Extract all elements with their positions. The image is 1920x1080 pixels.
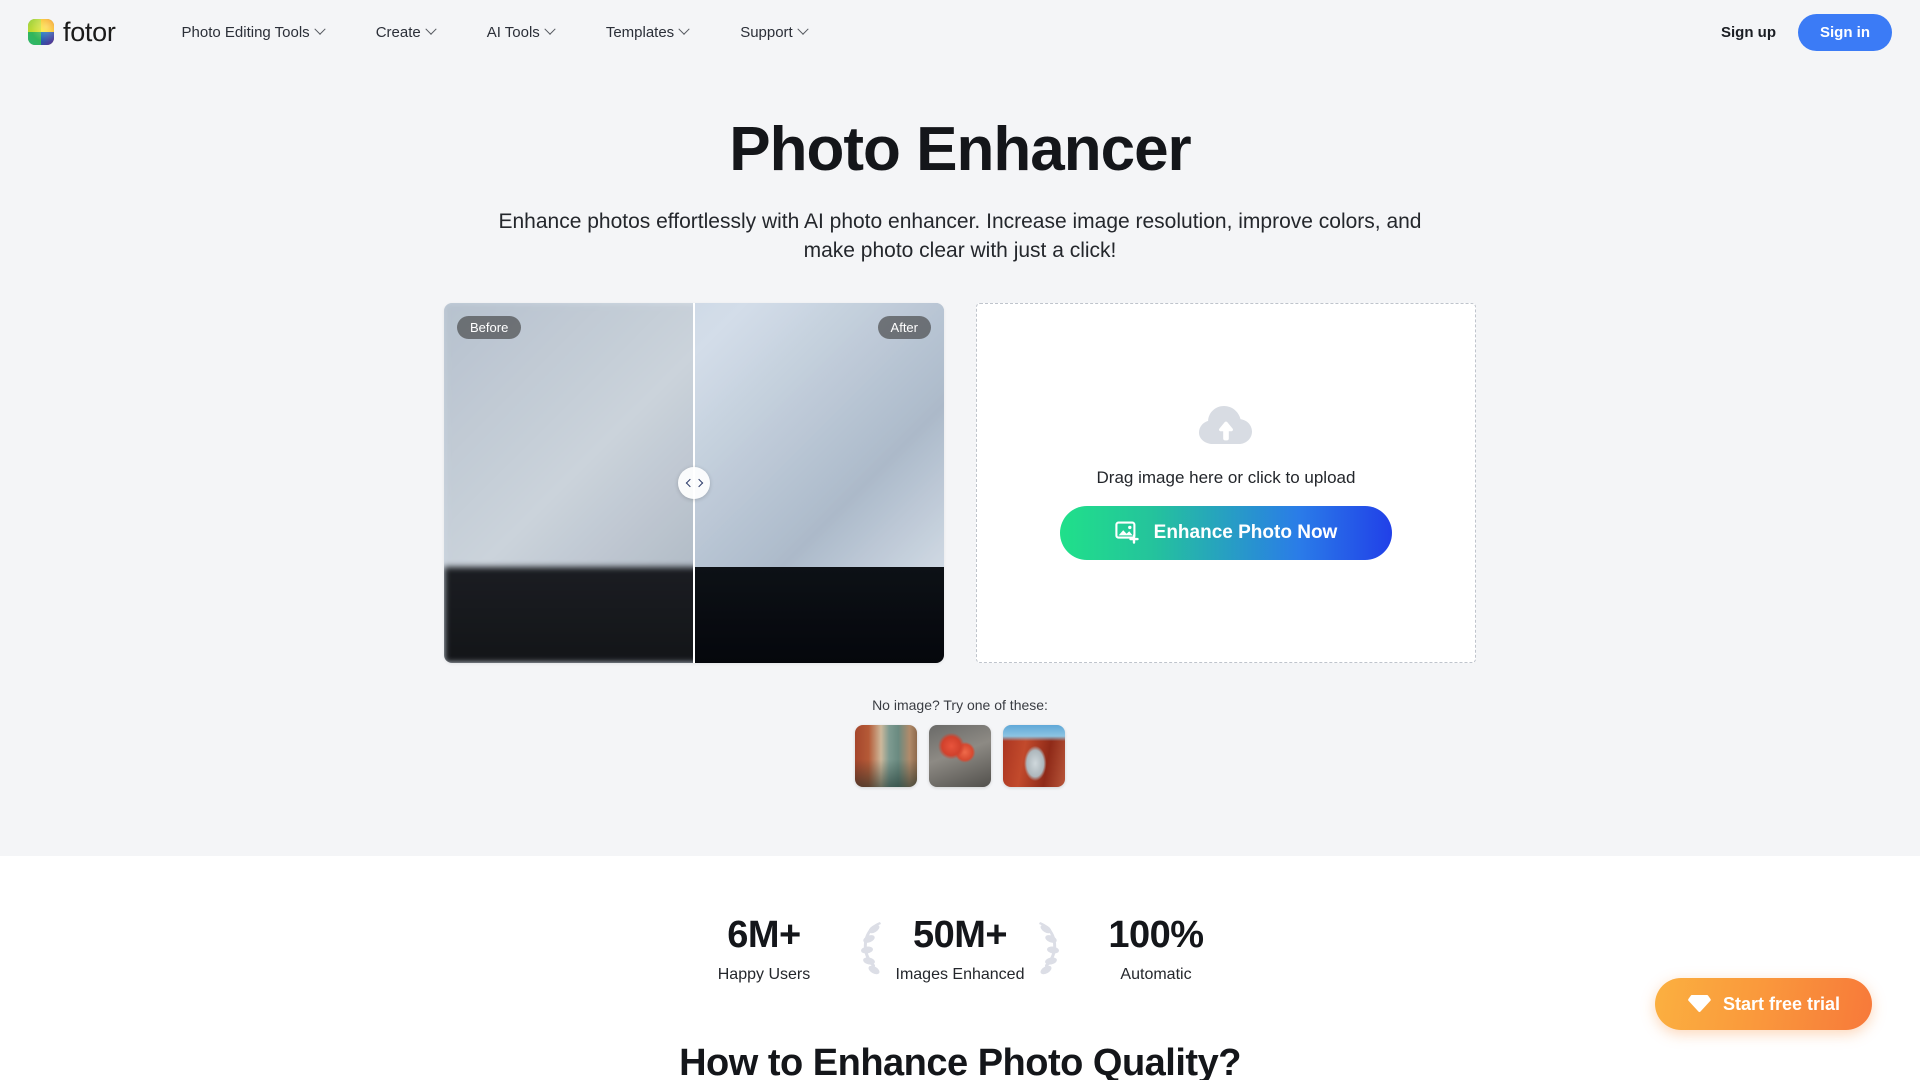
- page-title: Photo Enhancer: [729, 115, 1191, 184]
- image-plus-icon: [1115, 521, 1139, 544]
- sample-venice-canal[interactable]: [855, 724, 917, 787]
- upload-dropzone[interactable]: Drag image here or click to upload Enhan…: [976, 302, 1476, 663]
- stat-label: Automatic: [1120, 966, 1192, 983]
- site-header: fotor Photo Editing Tools Create AI Tool…: [0, 0, 1920, 64]
- dropzone-prompt: Drag image here or click to upload: [1096, 467, 1356, 487]
- stats-section: 6M+ Happy Users 50M+ Images Enhanced 100…: [0, 856, 1920, 984]
- nav-item-photo-editing-tools[interactable]: Photo Editing Tools: [156, 14, 350, 51]
- chevron-left-icon: [685, 478, 694, 488]
- sample-images-label: No image? Try one of these:: [872, 696, 1048, 713]
- main-nav: Photo Editing Tools Create AI Tools Temp…: [156, 14, 833, 51]
- comparison-slider-handle[interactable]: [678, 466, 710, 499]
- chevron-down-icon: [797, 23, 809, 35]
- nav-item-ai-tools[interactable]: AI Tools: [461, 14, 580, 51]
- header-actions: Sign up Sign in: [1721, 13, 1892, 51]
- nav-item-templates[interactable]: Templates: [580, 14, 714, 51]
- before-after-comparison[interactable]: Before After: [444, 302, 944, 663]
- sign-up-link[interactable]: Sign up: [1721, 24, 1776, 41]
- nav-item-label: Photo Editing Tools: [181, 23, 310, 41]
- brand-logo-link[interactable]: fotor: [28, 17, 116, 48]
- hero-body: Before After Drag image here or click to…: [0, 302, 1920, 663]
- hero-subtitle: Enhance photos effortlessly with AI phot…: [498, 210, 1422, 262]
- stat-value: 50M+: [912, 914, 1008, 956]
- how-to-section-heading: How to Enhance Photo Quality?: [679, 1042, 1241, 1080]
- brand-name: fotor: [63, 16, 116, 47]
- stat-happy-users: 6M+ Happy Users: [666, 914, 862, 984]
- after-badge: After: [877, 315, 931, 339]
- nav-item-label: Templates: [605, 23, 675, 41]
- stat-value: 100%: [1108, 914, 1204, 956]
- chevron-down-icon: [544, 23, 556, 35]
- stat-label: Images Enhanced: [895, 966, 1025, 983]
- sign-in-button[interactable]: Sign in: [1798, 13, 1892, 51]
- diamond-gem-icon: [1688, 995, 1711, 1013]
- start-free-trial-button[interactable]: Start free trial: [1654, 978, 1872, 1030]
- stat-images-enhanced: 50M+ Images Enhanced: [861, 914, 1059, 984]
- nav-item-label: Create: [375, 23, 421, 41]
- after-photo: [694, 302, 944, 663]
- chevron-down-icon: [314, 23, 326, 35]
- before-badge: Before: [457, 315, 522, 339]
- stat-label: Happy Users: [717, 966, 811, 983]
- sample-red-roses[interactable]: [929, 724, 991, 787]
- sample-thumbnail-list: [0, 724, 1920, 787]
- stat-value: 6M+: [727, 914, 801, 956]
- fotor-logo-icon: [28, 19, 54, 45]
- before-image-pane: [444, 302, 694, 663]
- enhance-photo-now-button[interactable]: Enhance Photo Now: [1060, 505, 1392, 560]
- laurel-wreath-left-icon: [861, 922, 881, 975]
- stat-automatic: 100% Automatic: [1058, 914, 1254, 984]
- hero-section: Photo Enhancer Enhance photos effortless…: [0, 64, 1920, 856]
- chevron-right-icon: [694, 478, 703, 488]
- enhance-button-label: Enhance Photo Now: [1153, 521, 1338, 543]
- nav-item-create[interactable]: Create: [350, 14, 461, 51]
- nav-item-support[interactable]: Support: [714, 14, 833, 51]
- chevron-down-icon: [678, 23, 690, 35]
- nav-item-label: AI Tools: [486, 23, 540, 41]
- start-free-trial-label: Start free trial: [1722, 993, 1840, 1014]
- cloud-upload-icon: [1199, 405, 1252, 444]
- after-image-pane: [694, 302, 944, 663]
- chevron-down-icon: [425, 23, 437, 35]
- before-photo: [444, 302, 694, 663]
- nav-item-label: Support: [740, 23, 793, 41]
- sample-red-archway[interactable]: [1003, 724, 1065, 787]
- sample-images-section: No image? Try one of these:: [0, 697, 1920, 787]
